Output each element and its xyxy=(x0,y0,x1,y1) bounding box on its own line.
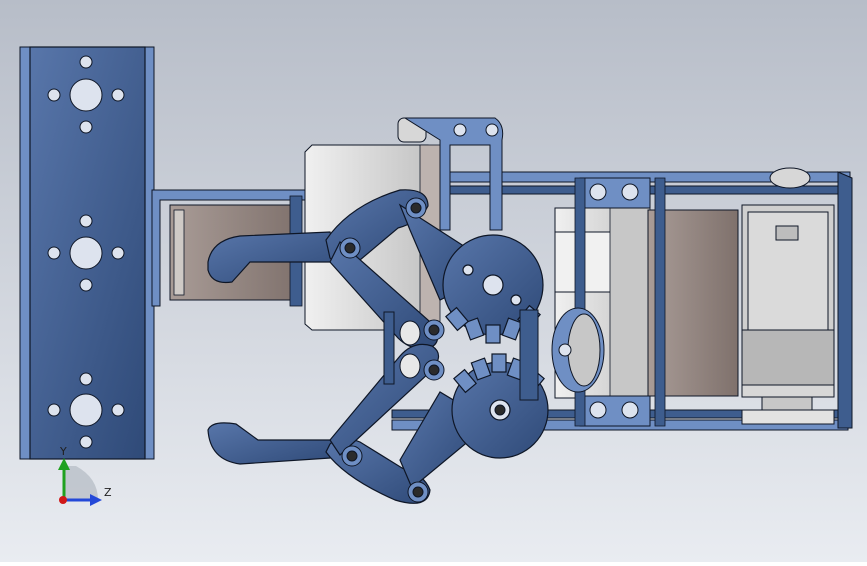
servo-horn[interactable] xyxy=(551,307,605,393)
z-axis-label: Z xyxy=(104,486,112,499)
screw-upper-link-top xyxy=(405,197,427,219)
cad-scene[interactable]: Y Z xyxy=(0,0,867,562)
left-mounting-bracket[interactable] xyxy=(19,46,155,460)
y-axis-label: Y xyxy=(59,445,67,458)
screw-lower-jaw-pivot xyxy=(341,445,363,467)
triad-origin xyxy=(59,496,67,504)
far-right-servo[interactable] xyxy=(741,167,835,425)
screw-lower-link-bottom xyxy=(407,481,429,503)
cad-viewport[interactable]: Y Z xyxy=(0,0,867,562)
screw-lower-gear xyxy=(494,404,506,416)
screw-upper-jaw-pivot xyxy=(339,237,361,259)
screw-lower-link-mid xyxy=(423,359,445,381)
screw-upper-link-mid xyxy=(423,319,445,341)
